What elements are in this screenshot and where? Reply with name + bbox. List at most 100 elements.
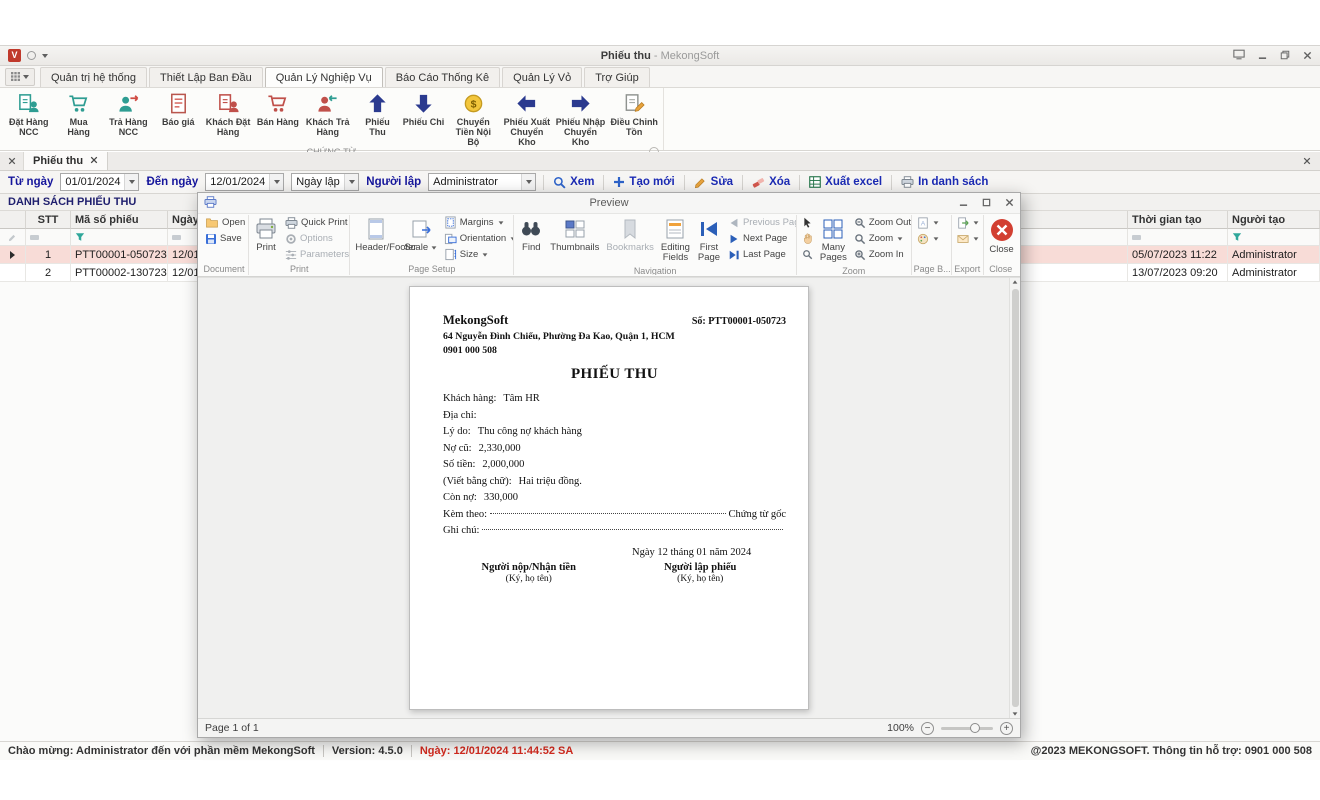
size-button[interactable]: Size bbox=[441, 247, 515, 262]
editing-fields-button[interactable]: EditingFields bbox=[658, 215, 693, 265]
quick-access-icon[interactable] bbox=[27, 51, 36, 60]
cell-code[interactable]: PTT00002-130723 bbox=[71, 264, 168, 282]
ribbon-item-phieu-xuat-chuyen-kho[interactable]: Phiếu Xuất Chuyển Kho bbox=[500, 90, 554, 147]
tab-quan-ly-nghiep-vu[interactable]: Quản Lý Nghiệp Vụ bbox=[265, 67, 383, 87]
quick-access-caret-icon[interactable] bbox=[42, 54, 48, 58]
date-type-caret-icon[interactable] bbox=[344, 174, 358, 190]
cell-code[interactable]: PTT00001-050723 bbox=[71, 246, 168, 264]
restore-button[interactable] bbox=[1280, 49, 1290, 63]
previous-page-button[interactable]: Previous Page bbox=[725, 215, 797, 230]
scrollbar-thumb[interactable] bbox=[1012, 289, 1019, 707]
save-button[interactable]: Save bbox=[202, 231, 245, 246]
open-button[interactable]: Open bbox=[202, 215, 248, 230]
ribbon-item-phieu-thu[interactable]: Phiếu Thu bbox=[355, 90, 401, 147]
close-preview-button[interactable]: Close bbox=[986, 215, 1018, 257]
ribbon-item-phieu-chi[interactable]: Phiếu Chi bbox=[401, 90, 447, 147]
thumbnails-button[interactable]: Thumbnails bbox=[547, 215, 602, 255]
watermark-button[interactable]: A bbox=[914, 215, 942, 230]
to-date-caret-icon[interactable] bbox=[269, 174, 283, 190]
ribbon-item-chuyen-tien-noi-bo[interactable]: $ Chuyển Tiền Nội Bộ bbox=[447, 90, 501, 147]
parameters-button[interactable]: Parameters bbox=[282, 247, 350, 262]
export-document-button[interactable] bbox=[954, 215, 982, 230]
ribbon-item-bao-gia[interactable]: Báo giá bbox=[155, 90, 201, 147]
preview-close-button[interactable] bbox=[1005, 196, 1014, 210]
first-page-button[interactable]: FirstPage bbox=[694, 215, 724, 265]
col-stt[interactable]: STT bbox=[26, 211, 71, 229]
zoom-out-button[interactable]: Zoom Out bbox=[851, 215, 912, 230]
cell-stt[interactable]: 1 bbox=[26, 246, 71, 264]
export-excel-button[interactable]: Xuất excel bbox=[807, 176, 884, 188]
cell-stt[interactable]: 2 bbox=[26, 264, 71, 282]
creator-select[interactable]: Administrator bbox=[428, 173, 536, 191]
filter-cell-creator[interactable] bbox=[1228, 229, 1320, 246]
magnifier-tool-button[interactable] bbox=[799, 247, 816, 262]
tab-thiet-lap-ban-dau[interactable]: Thiết Lập Ban Đầu bbox=[149, 67, 263, 87]
bookmarks-button[interactable]: Bookmarks bbox=[603, 215, 657, 255]
cell-created[interactable]: 05/07/2023 11:22 bbox=[1128, 246, 1228, 264]
zoom-button[interactable]: Zoom bbox=[851, 231, 912, 246]
print-list-button[interactable]: In danh sách bbox=[899, 176, 990, 188]
ribbon-item-dieu-chinh-ton[interactable]: Điều Chỉnh Tồn bbox=[607, 90, 661, 147]
tab-quan-ly-vo[interactable]: Quản Lý Vỏ bbox=[502, 67, 582, 87]
minimize-button[interactable] bbox=[1258, 49, 1267, 63]
filter-cell-code[interactable] bbox=[71, 229, 168, 246]
preview-vertical-scrollbar[interactable] bbox=[1009, 278, 1020, 718]
close-tab-right-button[interactable] bbox=[1294, 152, 1320, 170]
tab-phieu-thu-document[interactable]: Phiếu thu bbox=[24, 152, 108, 170]
delete-button[interactable]: Xóa bbox=[750, 176, 792, 189]
col-creator[interactable]: Người tạo bbox=[1228, 211, 1320, 229]
tab-tro-giup[interactable]: Trợ Giúp bbox=[584, 67, 649, 87]
from-date-caret-icon[interactable] bbox=[124, 174, 138, 190]
tab-quan-tri-he-thong[interactable]: Quản trị hệ thống bbox=[40, 67, 147, 87]
pointer-tool-button[interactable] bbox=[799, 215, 816, 230]
zoom-slider[interactable] bbox=[941, 727, 993, 730]
scale-button[interactable]: Scale bbox=[401, 215, 439, 255]
send-email-button[interactable] bbox=[954, 231, 982, 246]
last-page-button[interactable]: Last Page bbox=[725, 247, 797, 262]
ribbon-item-phieu-nhap-chuyen-kho[interactable]: Phiếu Nhập Chuyển Kho bbox=[554, 90, 608, 147]
quick-print-button[interactable]: Quick Print bbox=[282, 215, 350, 230]
next-page-button[interactable]: Next Page bbox=[725, 231, 797, 246]
view-button[interactable]: Xem bbox=[551, 176, 596, 189]
ribbon-item-mua-hang[interactable]: Mua Hàng bbox=[56, 90, 102, 147]
tab-bao-cao-thong-ke[interactable]: Báo Cáo Thống Kê bbox=[385, 67, 500, 87]
zoom-in-plus-button[interactable]: + bbox=[1000, 722, 1013, 735]
close-tab-left-button[interactable] bbox=[0, 152, 24, 170]
zoom-slider-thumb[interactable] bbox=[970, 723, 980, 733]
cell-creator[interactable]: Administrator bbox=[1228, 264, 1320, 282]
page-color-button[interactable] bbox=[914, 231, 942, 246]
edit-button[interactable]: Sửa bbox=[692, 176, 735, 189]
ribbon-menu-button[interactable] bbox=[5, 68, 35, 86]
scroll-up-icon[interactable] bbox=[1013, 280, 1018, 283]
preview-titlebar[interactable]: Preview bbox=[198, 193, 1020, 213]
creator-caret-icon[interactable] bbox=[521, 174, 535, 190]
col-code[interactable]: Mã số phiếu bbox=[71, 211, 168, 229]
preview-minimize-button[interactable] bbox=[959, 196, 968, 210]
options-button[interactable]: Options bbox=[282, 231, 350, 246]
fit-screen-icon[interactable] bbox=[1233, 49, 1245, 63]
ribbon-item-khach-tra-hang[interactable]: Khách Trả Hàng bbox=[301, 90, 355, 147]
to-date-input[interactable]: 12/01/2024 bbox=[205, 173, 284, 191]
close-button[interactable] bbox=[1303, 49, 1312, 63]
ribbon-item-ban-hang[interactable]: Bán Hàng bbox=[255, 90, 301, 147]
zoom-out-minus-button[interactable]: − bbox=[921, 722, 934, 735]
scroll-down-icon[interactable] bbox=[1013, 712, 1018, 715]
find-button[interactable]: Find bbox=[516, 215, 546, 255]
hand-tool-button[interactable] bbox=[799, 231, 816, 246]
margins-button[interactable]: Margins bbox=[441, 215, 515, 230]
filter-cell-stt[interactable] bbox=[26, 229, 71, 246]
preview-maximize-button[interactable] bbox=[982, 196, 991, 210]
filter-cell-created[interactable] bbox=[1128, 229, 1228, 246]
ribbon-item-tra-hang-ncc[interactable]: Trả Hàng NCC bbox=[102, 90, 156, 147]
date-type-select[interactable]: Ngày lập bbox=[291, 173, 359, 191]
col-created[interactable]: Thời gian tạo bbox=[1128, 211, 1228, 229]
many-pages-button[interactable]: ManyPages bbox=[817, 215, 850, 265]
ribbon-item-khach-dat-hang[interactable]: Khách Đặt Hàng bbox=[201, 90, 255, 147]
cell-creator[interactable]: Administrator bbox=[1228, 246, 1320, 264]
ribbon-item-dat-hang-ncc[interactable]: Đặt Hàng NCC bbox=[2, 90, 56, 147]
print-button[interactable]: Print bbox=[251, 215, 281, 255]
create-new-button[interactable]: Tạo mới bbox=[611, 176, 676, 188]
cell-created[interactable]: 13/07/2023 09:20 bbox=[1128, 264, 1228, 282]
header-footer-button[interactable]: Header/Footer bbox=[352, 215, 400, 255]
zoom-in-button[interactable]: Zoom In bbox=[851, 247, 912, 262]
